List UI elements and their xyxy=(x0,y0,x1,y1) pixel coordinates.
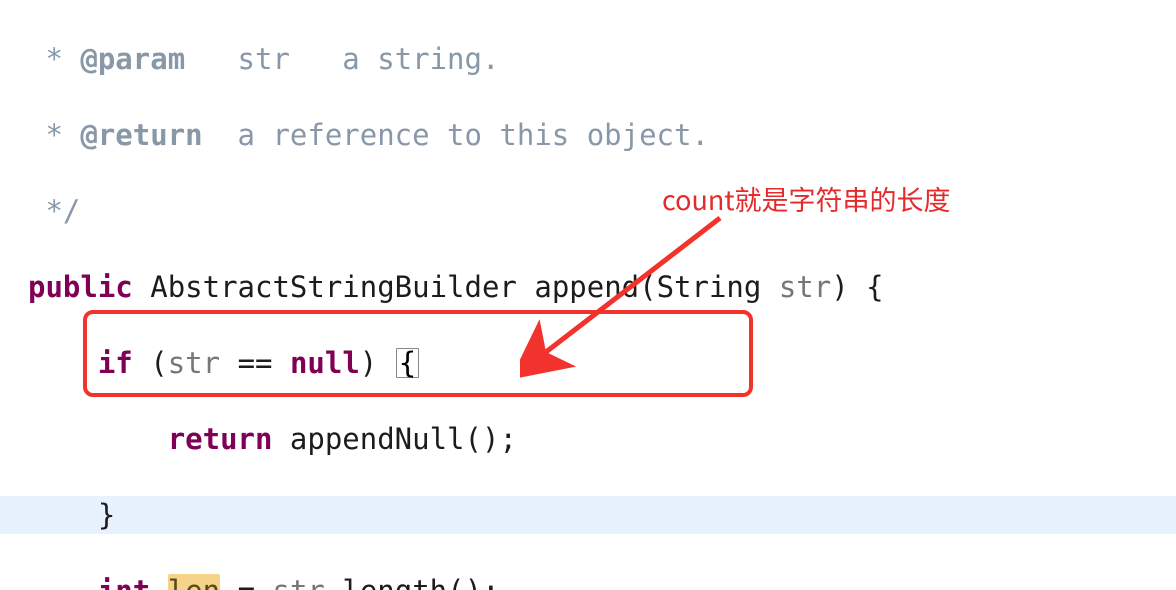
comment-line-1: * @param str a string. xyxy=(0,40,1176,78)
code-line-return-appendNull: return appendNull(); xyxy=(0,420,1176,458)
comment-line-3: */ xyxy=(0,192,1176,230)
code-line-method-signature: public AbstractStringBuilder append(Stri… xyxy=(0,268,1176,306)
code-line-if: if (str == null) { xyxy=(0,344,1176,382)
code-block: * @param str a string. * @return a refer… xyxy=(0,0,1176,590)
matched-brace-box: { xyxy=(396,348,419,378)
code-line-close-if: } xyxy=(0,496,1176,534)
comment-line-2: * @return a reference to this object. xyxy=(0,116,1176,154)
code-line-int-len: int len = str.length(); xyxy=(0,572,1176,590)
annotation-text: count就是字符串的长度 xyxy=(662,180,951,218)
